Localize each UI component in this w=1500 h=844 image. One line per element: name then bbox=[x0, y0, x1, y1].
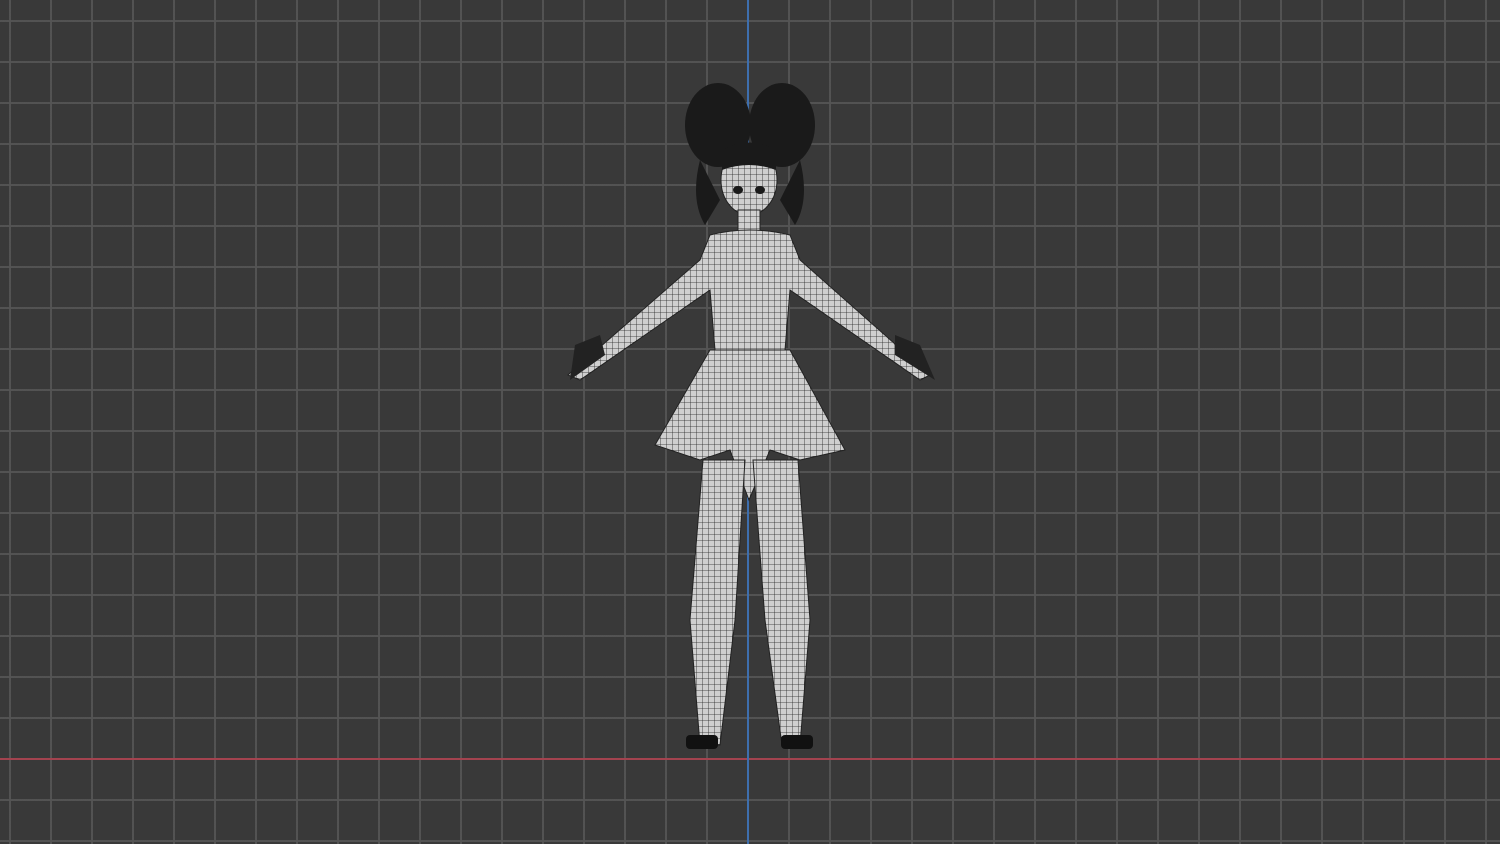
shoes bbox=[686, 735, 813, 749]
character-model[interactable] bbox=[0, 0, 1500, 844]
body-mesh bbox=[567, 144, 931, 746]
3d-viewport[interactable] bbox=[0, 0, 1500, 844]
